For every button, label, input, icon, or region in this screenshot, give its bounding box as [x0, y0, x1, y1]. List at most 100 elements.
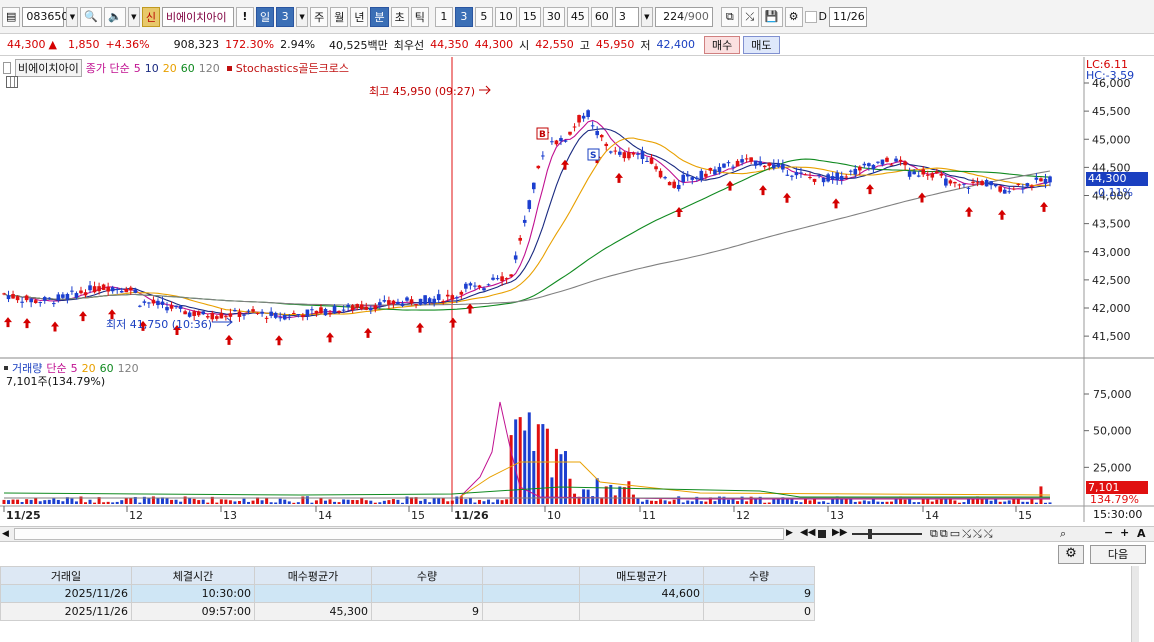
count-input[interactable]: 224/900: [654, 6, 713, 27]
minute-10[interactable]: 10: [494, 6, 517, 27]
minute-dropdown[interactable]: ▼: [640, 6, 653, 27]
header-sell-qty: 수량: [703, 566, 815, 585]
zoom-slider-thumb[interactable]: [868, 529, 872, 539]
zoom-search-icon[interactable]: ⌕: [1060, 527, 1066, 541]
period-second[interactable]: 초: [390, 6, 409, 27]
minute-input[interactable]: 3: [614, 6, 639, 27]
candle-body: [799, 172, 803, 174]
sell-button[interactable]: 매도: [743, 35, 780, 54]
volume-bar: [88, 499, 92, 504]
settings-gear-icon[interactable]: ⚙: [784, 6, 803, 27]
scroll-first-button[interactable]: ◀◀: [800, 527, 815, 538]
x-tick-label: 12: [736, 509, 750, 522]
volume-bar: [29, 499, 33, 504]
period-select[interactable]: 일: [255, 6, 275, 27]
chart-scrollbar[interactable]: ◀ ▶ ◀◀ ▶▶ ⧉⧉▭⤯⤯⤯ ⌕ − + A: [0, 526, 1154, 542]
period-year[interactable]: 년: [350, 6, 369, 27]
legend-stock-name[interactable]: 비에이치아이: [15, 59, 82, 77]
candle-body: [124, 288, 129, 293]
tool-icons[interactable]: ⧉⧉▭⤯⤯⤯: [930, 527, 995, 541]
chart-area[interactable]: BS 46,000 45,500 45,000 44,500 44,000 43,500 4…: [0, 57, 1154, 522]
table-row[interactable]: 2025/11/26 10:30:00 44,600 9: [0, 584, 815, 603]
scroll-left-arrow[interactable]: ◀: [2, 529, 9, 539]
candle-body: [482, 288, 486, 291]
volume-bar: [34, 497, 38, 504]
volume-bar: [957, 502, 961, 504]
next-button[interactable]: 다음: [1090, 545, 1146, 564]
candle-body: [939, 173, 944, 176]
low-price: 42,400: [656, 38, 696, 51]
minute-3[interactable]: 3: [454, 6, 473, 27]
table-row[interactable]: 2025/11/26 09:57:00 45,300 9 0: [0, 602, 815, 621]
volume-bar: [550, 477, 554, 504]
date-input[interactable]: 11/26: [829, 6, 867, 27]
pattern-icon[interactable]: ⤯: [740, 6, 759, 27]
buy-button[interactable]: 매수: [704, 35, 741, 54]
panel-settings-gear-icon[interactable]: ⚙: [1058, 545, 1084, 564]
candle-body: [156, 300, 160, 306]
minute-1[interactable]: 1: [434, 6, 453, 27]
minute-45[interactable]: 45: [566, 6, 589, 27]
candle-body: [15, 296, 20, 301]
end-time-label: 15:30:00: [1093, 508, 1143, 521]
candle-body: [898, 159, 903, 162]
volume-value: 908,323: [173, 38, 220, 51]
sound-icon[interactable]: 🔈: [104, 6, 126, 27]
table-scrollbar[interactable]: [1131, 566, 1139, 642]
stock-code-input[interactable]: 083650: [22, 6, 68, 27]
period-month[interactable]: 월: [330, 6, 349, 27]
candle-body: [627, 152, 631, 159]
candle-body: [590, 125, 595, 127]
candle-body: [645, 160, 649, 162]
candle-body: [464, 283, 468, 289]
volume-bar: [242, 498, 246, 504]
minute-5[interactable]: 5: [474, 6, 493, 27]
candle-body: [731, 166, 735, 168]
candle-body: [812, 178, 817, 182]
search-icon[interactable]: 🔍: [80, 6, 103, 27]
scroll-last-button[interactable]: ▶▶: [832, 527, 847, 538]
zoom-slider[interactable]: [852, 533, 922, 535]
font-size-icon[interactable]: A: [1137, 527, 1146, 540]
high-label: 고: [579, 38, 590, 52]
candle-body: [314, 310, 319, 314]
candle-body: [56, 294, 61, 301]
candle-body: [169, 305, 174, 309]
period-minute[interactable]: 분: [370, 6, 389, 27]
stock-code-dropdown[interactable]: ▼: [66, 6, 79, 27]
grid-icon[interactable]: [6, 76, 18, 88]
zoom-out-icon[interactable]: −: [1104, 526, 1113, 539]
candle-body: [663, 177, 667, 179]
x-tick-label: 15: [411, 509, 425, 522]
date-checkbox[interactable]: [804, 10, 817, 23]
stop-button[interactable]: [818, 530, 826, 538]
scroll-thumb[interactable]: [14, 528, 784, 540]
candle-icon[interactable]: ⧉: [720, 6, 739, 27]
minute-15[interactable]: 15: [518, 6, 541, 27]
candle-body: [744, 158, 749, 160]
candle-body: [409, 299, 414, 304]
candle-body: [554, 140, 559, 145]
sound-dropdown[interactable]: ▼: [127, 6, 140, 27]
period-tick[interactable]: 틱: [410, 6, 429, 27]
candle-body: [568, 131, 572, 135]
period-week[interactable]: 주: [310, 6, 329, 27]
chart-menu-icon[interactable]: ▤: [2, 6, 21, 27]
volume-bar: [704, 501, 708, 504]
scroll-right-arrow[interactable]: ▶: [786, 528, 793, 538]
volume-bar: [396, 499, 400, 504]
period-dropdown[interactable]: ▼: [296, 6, 309, 27]
legend-menu-icon[interactable]: [3, 62, 11, 74]
zoom-in-icon[interactable]: +: [1120, 526, 1129, 539]
candle-body: [477, 285, 482, 288]
candle-body: [228, 313, 233, 317]
candle-body: [436, 294, 441, 300]
price-volume-chart[interactable]: BS 46,00045,50045,00044,50044,00043,5004…: [0, 57, 1154, 522]
save-icon[interactable]: 💾: [760, 6, 783, 27]
candle-body: [242, 314, 246, 316]
volume-bar: [219, 499, 223, 504]
minute-60[interactable]: 60: [590, 6, 613, 27]
period-number[interactable]: 3: [276, 6, 295, 27]
minute-30[interactable]: 30: [542, 6, 565, 27]
warning-button[interactable]: !: [235, 6, 254, 27]
